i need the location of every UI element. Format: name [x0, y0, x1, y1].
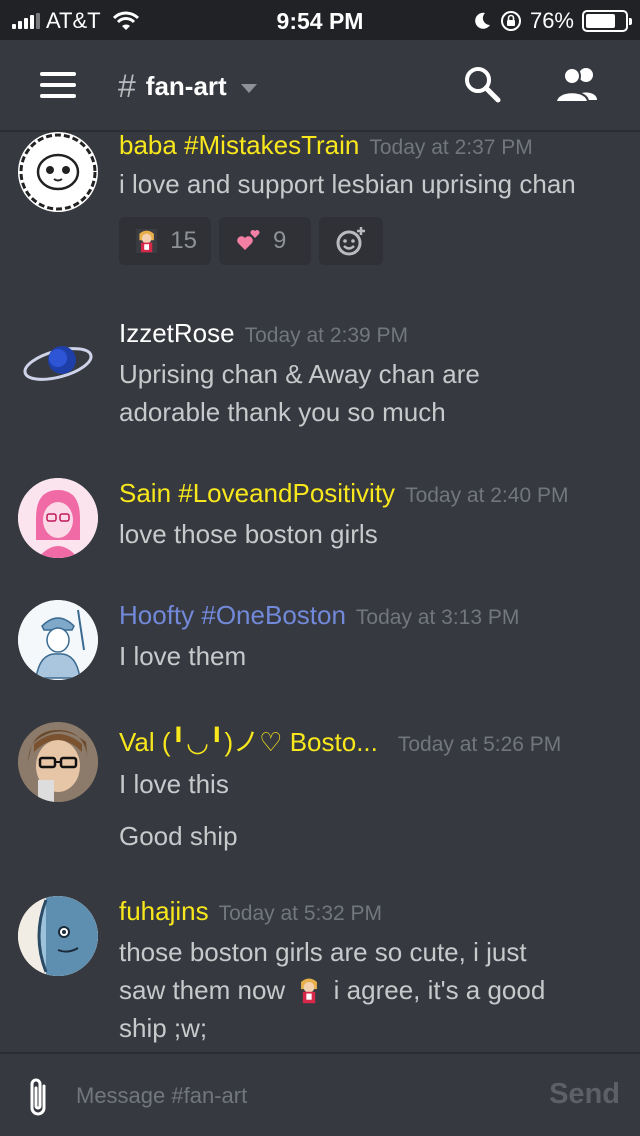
reaction-mascot[interactable]: 15	[119, 217, 211, 265]
members-icon[interactable]	[553, 64, 603, 104]
timestamp: Today at 2:37 PM	[369, 136, 533, 159]
avatar[interactable]	[18, 896, 98, 976]
message-text: I love this	[119, 769, 229, 799]
search-icon[interactable]	[462, 64, 502, 104]
username[interactable]: Hoofty #OneBoston	[119, 600, 346, 631]
message-input[interactable]	[76, 1076, 516, 1116]
channel-selector[interactable]: # fan-art	[118, 68, 257, 105]
moon-icon	[475, 12, 490, 29]
attachment-icon[interactable]	[24, 1074, 54, 1120]
message-text-segment: i agree, it's a good	[333, 975, 546, 1005]
avatar[interactable]	[18, 722, 98, 802]
mascot-emoji-icon	[301, 978, 318, 1004]
message-composer: Send	[0, 1052, 640, 1136]
timestamp: Today at 2:40 PM	[405, 484, 569, 507]
message-text: love those boston girls	[119, 519, 378, 549]
avatar[interactable]	[18, 322, 98, 402]
message-text: Good ship	[119, 821, 238, 851]
message-text: ship ;w;	[119, 1013, 208, 1043]
avatar[interactable]	[18, 600, 98, 680]
hash-icon: #	[118, 68, 136, 104]
avatar[interactable]	[18, 132, 98, 212]
username[interactable]: Val (╹◡╹)ノ♡ Bosto...	[119, 722, 378, 759]
add-reaction-button[interactable]	[319, 217, 383, 265]
menu-icon[interactable]	[40, 72, 76, 98]
message-text: Uprising chan & Away chan are	[119, 359, 480, 389]
message-text-segment: saw them now	[119, 975, 286, 1005]
battery-icon	[582, 10, 632, 32]
message-text: I love them	[119, 641, 247, 671]
message-list[interactable]: baba #MistakesTrain Today at 2:37 PM i l…	[0, 130, 640, 1052]
timestamp: Today at 5:32 PM	[218, 902, 383, 925]
hearts-emoji-icon	[237, 230, 260, 250]
username[interactable]: IzzetRose	[119, 318, 235, 349]
username[interactable]: Sain #LoveandPositivity	[119, 478, 395, 509]
message-text: those boston girls are so cute, i just	[119, 937, 527, 967]
send-button[interactable]: Send	[549, 1078, 620, 1111]
message-text: adorable thank you so much	[119, 397, 446, 427]
battery-percent: 76%	[529, 8, 574, 33]
reaction-count: 15	[170, 227, 197, 254]
reactions: 15 9	[119, 217, 620, 265]
timestamp: Today at 5:26 PM	[397, 733, 562, 756]
avatar[interactable]	[18, 478, 98, 558]
timestamp: Today at 3:13 PM	[355, 606, 520, 629]
channel-header: # fan-art	[0, 40, 640, 130]
chevron-down-icon	[240, 84, 257, 93]
username[interactable]: baba #MistakesTrain	[119, 130, 359, 161]
status-right: 76%	[472, 8, 632, 34]
status-bar: AT&T 9:54 PM 76%	[0, 0, 640, 40]
channel-name: fan-art	[145, 71, 227, 101]
add-reaction-icon	[336, 227, 365, 256]
timestamp: Today at 2:39 PM	[244, 324, 409, 347]
message-text: saw them now i agree, it's a good	[119, 971, 620, 1009]
mascot-emoji-icon	[136, 228, 158, 254]
username[interactable]: fuhajins	[119, 896, 209, 927]
rotation-lock-icon	[500, 11, 521, 31]
reaction-hearts[interactable]: 9	[219, 217, 311, 265]
reaction-count: 9	[273, 227, 287, 254]
message-text: i love and support lesbian uprising chan	[119, 169, 576, 199]
